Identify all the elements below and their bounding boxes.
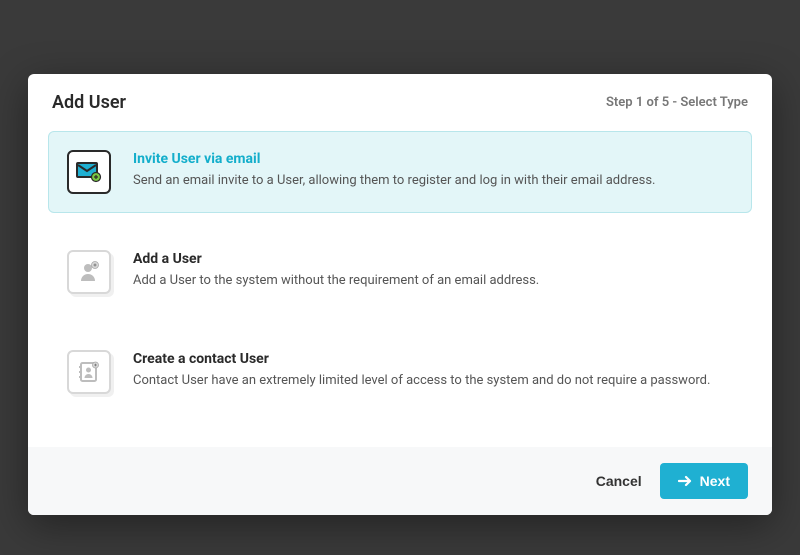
arrow-right-icon — [678, 475, 692, 487]
modal-body: Invite User via email Send an email invi… — [28, 127, 772, 447]
modal-header: Add User Step 1 of 5 - Select Type — [28, 74, 772, 127]
option-text: Add a User Add a User to the system with… — [133, 250, 733, 291]
option-text: Invite User via email Send an email invi… — [133, 150, 733, 191]
add-user-modal: Add User Step 1 of 5 - Select Type Invit… — [28, 74, 772, 515]
background-obscured-left — [0, 60, 30, 460]
cancel-button[interactable]: Cancel — [596, 473, 642, 489]
modal-footer: Cancel Next — [28, 447, 772, 515]
option-text: Create a contact User Contact User have … — [133, 350, 733, 391]
option-description: Send an email invite to a User, allowing… — [133, 171, 733, 191]
option-add-user[interactable]: Add a User Add a User to the system with… — [48, 231, 752, 313]
option-description: Contact User have an extremely limited l… — [133, 371, 733, 391]
option-invite-via-email[interactable]: Invite User via email Send an email invi… — [48, 131, 752, 213]
option-title: Add a User — [133, 251, 733, 267]
next-button-label: Next — [700, 473, 730, 489]
modal-title: Add User — [52, 92, 126, 113]
envelope-invite-icon — [67, 150, 111, 194]
address-book-icon — [67, 350, 111, 394]
step-indicator: Step 1 of 5 - Select Type — [606, 95, 748, 110]
option-title: Create a contact User — [133, 351, 733, 367]
option-description: Add a User to the system without the req… — [133, 271, 733, 291]
next-button[interactable]: Next — [660, 463, 748, 499]
user-add-icon — [67, 250, 111, 294]
background-obscured-right — [770, 230, 800, 480]
option-title: Invite User via email — [133, 151, 733, 167]
option-create-contact-user[interactable]: Create a contact User Contact User have … — [48, 331, 752, 413]
